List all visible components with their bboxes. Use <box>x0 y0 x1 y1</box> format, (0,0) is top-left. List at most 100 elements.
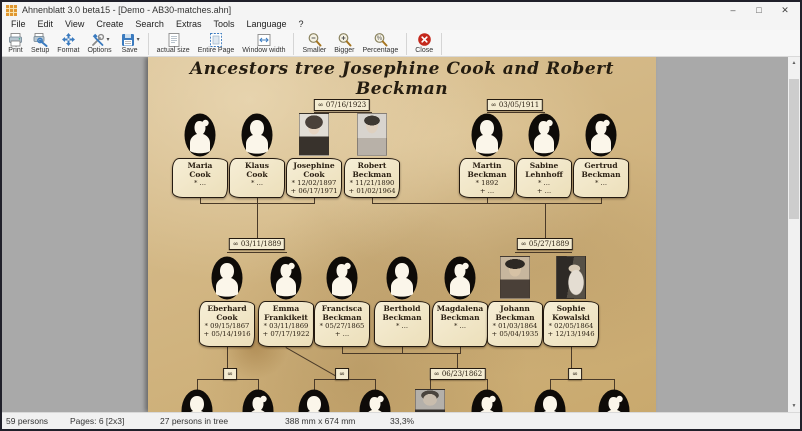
person-box: SabineLehnhoff* ...+ ... <box>516 158 572 198</box>
save-button[interactable]: ▾Save <box>116 30 144 56</box>
marriage-label: ∞ 05/27/1889 <box>517 238 573 250</box>
toolbar: Print Setup Format ▾Options▾Save actual size… <box>2 30 800 57</box>
person-dates: * 1892 <box>461 179 513 187</box>
tree-connector-line <box>342 353 461 354</box>
person-name: Gertrud <box>575 161 627 170</box>
chevron-down-icon[interactable]: ▾ <box>107 36 110 43</box>
menu-item-search[interactable]: Search <box>129 18 170 30</box>
tree-connector-line <box>257 204 258 239</box>
preview-canvas: Ancestors tree Josephine Cook and Robert… <box>2 57 800 412</box>
menu-item-extras[interactable]: Extras <box>170 18 208 30</box>
toolbar-button-label: Format <box>57 47 79 54</box>
menu-item-create[interactable]: Create <box>90 18 129 30</box>
save-icon <box>120 32 135 47</box>
person-name: Sabine <box>518 161 570 170</box>
toolbar-group: Close <box>411 30 437 56</box>
menu-item-tools[interactable]: Tools <box>207 18 240 30</box>
scroll-up-icon[interactable]: ▲ <box>788 57 800 69</box>
person-dates: * 01/03/1864 <box>489 322 541 330</box>
entire-page-button[interactable]: Entire Page <box>194 30 239 56</box>
bigger-button[interactable]: Bigger <box>330 30 358 56</box>
silhouette-female-portrait <box>326 256 358 300</box>
tree-document: Ancestors tree Josephine Cook and Robert… <box>148 57 656 412</box>
status-item: 59 persons <box>6 413 48 429</box>
person-name: Beckman <box>376 313 428 322</box>
silhouette-male-portrait <box>181 389 213 412</box>
actual-size-button[interactable]: actual size <box>153 30 194 56</box>
person-box: BertholdBeckman* ... <box>374 301 430 347</box>
smaller-button[interactable]: Smaller <box>298 30 330 56</box>
person-name: Francisca <box>316 304 368 313</box>
photo-couple-portrait <box>556 256 586 299</box>
toolbar-button-label: actual size <box>157 47 190 54</box>
menu-item-view[interactable]: View <box>59 18 90 30</box>
print-button[interactable]: Print <box>4 30 27 56</box>
toolbar-button-label: Percentage <box>362 47 398 54</box>
menu-item-[interactable]: ? <box>293 18 310 30</box>
tree-connector-line <box>286 347 343 380</box>
chevron-down-icon[interactable]: ▾ <box>137 36 140 43</box>
tree-connector-line <box>515 252 572 253</box>
silhouette-female-portrait <box>598 389 630 412</box>
tree-connector-line <box>545 204 546 239</box>
person-box: EberhardCook* 09/15/1867+ 05/14/1916 <box>199 301 255 347</box>
person-dates: * ... <box>434 322 486 330</box>
toolbar-separator <box>406 33 407 55</box>
scroll-down-icon[interactable]: ▼ <box>788 400 800 412</box>
maximize-button[interactable]: □ <box>746 2 772 18</box>
marriage-label: ∞ <box>568 368 582 380</box>
tree-connector-line <box>372 203 602 204</box>
app-icon <box>6 5 17 16</box>
vertical-scrollbar[interactable]: ▲ ▼ <box>788 57 800 412</box>
window-title: Ahnenblatt 3.0 beta15 - [Demo - AB30-mat… <box>22 5 231 15</box>
person-dates: * ... <box>575 179 627 187</box>
marriage-label: ∞ 06/23/1862 <box>430 368 486 380</box>
status-item: 388 mm x 674 mm <box>285 413 355 429</box>
person-name: Emma <box>260 304 312 313</box>
person-box: MariaCook* ... <box>172 158 228 198</box>
person-name: Cook <box>288 170 340 179</box>
scrollbar-thumb[interactable] <box>789 79 799 219</box>
format-button[interactable]: Format <box>53 30 83 56</box>
silhouette-male-portrait <box>471 113 503 157</box>
silhouette-female-portrait <box>585 113 617 157</box>
title-bar: Ahnenblatt 3.0 beta15 - [Demo - AB30-mat… <box>2 2 800 18</box>
toolbar-button-label: Window width <box>242 47 285 54</box>
toolbar-separator <box>293 33 294 55</box>
silhouette-male-portrait <box>298 389 330 412</box>
options-button[interactable]: ▾Options <box>83 30 115 56</box>
silhouette-male-portrait <box>386 256 418 300</box>
percentage-button[interactable]: %Percentage <box>358 30 402 56</box>
person-dates: * 12/02/1897 <box>288 179 340 187</box>
person-name: Berthold <box>376 304 428 313</box>
toolbar-group: actual size Entire PageWindow width <box>153 30 290 56</box>
silhouette-female-portrait <box>270 256 302 300</box>
options-icon <box>90 32 105 47</box>
window-controls: – □ ✕ <box>720 2 798 18</box>
close-window-button[interactable]: ✕ <box>772 2 798 18</box>
photo-man-hat-portrait <box>500 256 530 299</box>
menu-item-language[interactable]: Language <box>240 18 292 30</box>
status-bar: 59 personsPages: 6 [2x3]27 persons in tr… <box>2 412 800 429</box>
window-width-button[interactable]: Window width <box>238 30 289 56</box>
person-name: Sophie <box>545 304 597 313</box>
photo-man-portrait <box>357 113 387 156</box>
person-dates: * 03/11/1869 <box>260 322 312 330</box>
person-name: Beckman <box>575 170 627 179</box>
toolbar-button-label: Print <box>8 47 22 54</box>
person-box: EmmaFrankikeit* 03/11/1869+ 07/17/1922 <box>258 301 314 347</box>
menu-item-edit[interactable]: Edit <box>32 18 60 30</box>
close-button[interactable]: Close <box>411 30 437 56</box>
format-icon <box>61 32 76 47</box>
setup-button[interactable]: Setup <box>27 30 53 56</box>
person-name: Cook <box>174 170 226 179</box>
person-box: FranciscaBeckman* 05/27/1865+ ... <box>314 301 370 347</box>
menu-item-file[interactable]: File <box>5 18 32 30</box>
person-box: RobertBeckman* 11/21/1890+ 01/02/1964 <box>344 158 400 198</box>
person-dates: + 06/17/1971 <box>288 187 340 195</box>
person-dates: * 11/21/1890 <box>346 179 398 187</box>
minimize-button[interactable]: – <box>720 2 746 18</box>
window-width-icon <box>256 32 271 47</box>
person-box: SophieKowalski* 02/05/1864+ 12/13/1946 <box>543 301 599 347</box>
person-box: GertrudBeckman* ... <box>573 158 629 198</box>
